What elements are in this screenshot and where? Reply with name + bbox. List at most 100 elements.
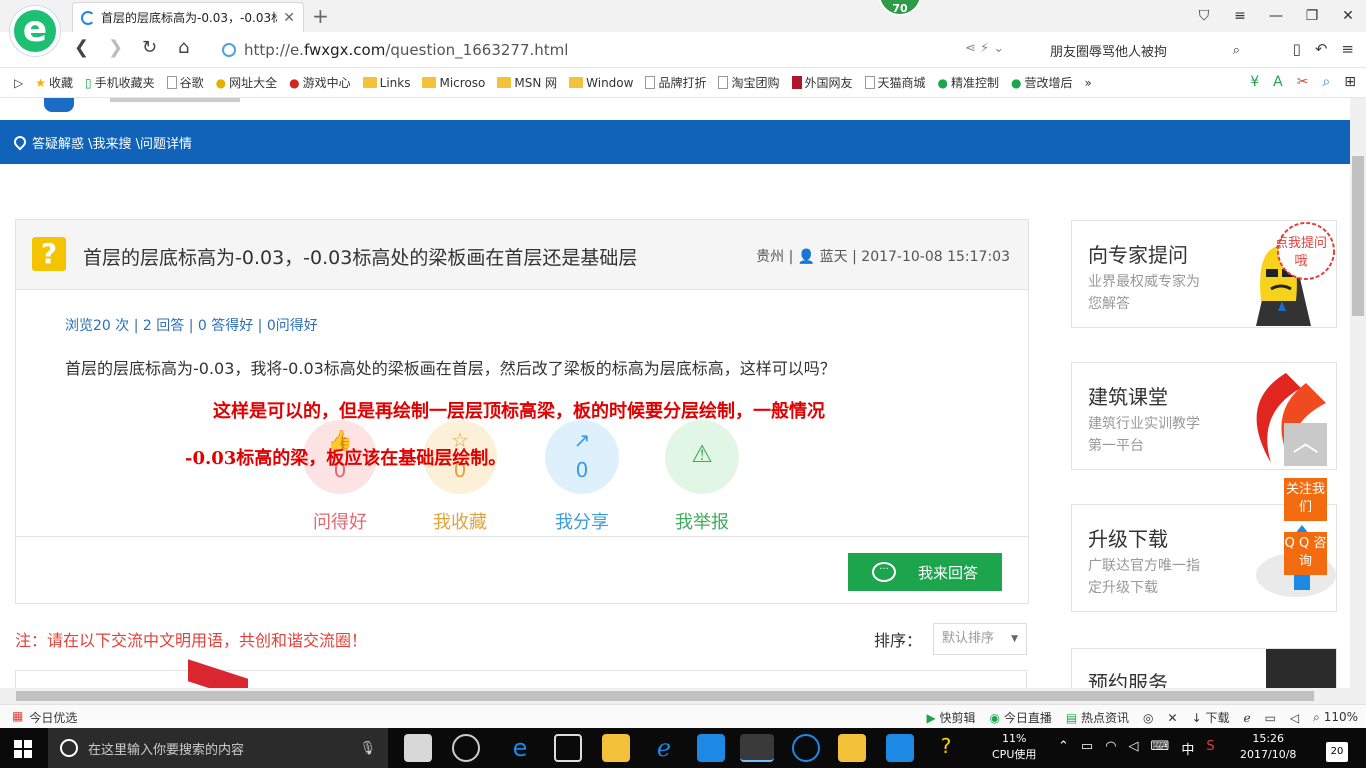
window-icon[interactable]: ▭ [1265, 711, 1276, 725]
download-button[interactable]: ↓ 下载 [1192, 709, 1230, 726]
live-today-button[interactable]: ◉ 今日直播 [990, 709, 1052, 726]
vertical-scrollbar[interactable] [1350, 98, 1366, 688]
yuan-icon[interactable]: ¥ [1250, 74, 1259, 90]
tools-icon[interactable]: ✕ [1168, 711, 1178, 725]
forward-icon[interactable]: ❯ [108, 37, 123, 58]
bookmark-item[interactable]: 淘宝团购 [718, 74, 780, 91]
bookmark-item[interactable]: Links [362, 76, 410, 90]
share-button[interactable]: ↗ 0 我分享 [545, 420, 619, 534]
scroll-thumb[interactable] [1352, 156, 1364, 316]
back-icon[interactable]: ❮ [74, 37, 89, 58]
share-icon[interactable]: ⋖ ⚡ ⌄ [965, 41, 1004, 56]
clock[interactable]: 15:26 2017/10/8 [1240, 731, 1296, 763]
favorite-button[interactable]: ☆ 0 我收藏 [423, 420, 497, 534]
bookmark-item[interactable]: ● 游戏中心 [289, 74, 351, 91]
ime-indicator[interactable]: 中 [1181, 739, 1194, 758]
notepad-icon[interactable] [838, 734, 866, 762]
bookmark-item[interactable]: ● 精准控制 [938, 74, 1000, 91]
bookmark-item[interactable]: ● 营改增后 [1011, 74, 1073, 91]
taskbar-search-input[interactable]: 在这里输入你要搜索的内容 [88, 739, 349, 758]
question-user[interactable]: 蓝天 [820, 249, 848, 265]
windows-start-icon[interactable] [14, 740, 32, 758]
bookmark-item[interactable]: MSN 网 [497, 74, 557, 91]
quick-clip-button[interactable]: ▶ 快剪辑 [926, 709, 975, 726]
bookmarks-more-icon[interactable]: » [1085, 76, 1092, 90]
menu-icon[interactable]: ≡ [1222, 0, 1258, 32]
taskbar-app-icon[interactable] [697, 734, 725, 762]
speed-icon[interactable]: ◎ [1143, 711, 1153, 725]
back-to-top-icon[interactable]: ︿ [1284, 423, 1327, 466]
hot-news-button[interactable]: ▤ 热点资讯 [1066, 709, 1129, 726]
taskbar-search[interactable]: 在这里输入你要搜索的内容 🎙 [48, 728, 388, 768]
bookmark-item[interactable]: ★ 收藏 [35, 74, 73, 91]
taskbar-app-icon[interactable] [452, 734, 480, 762]
ie-mode-icon[interactable]: ℯ [1243, 711, 1250, 725]
taskbar-app-icon[interactable] [404, 734, 432, 762]
search-box[interactable]: 朋友圈辱骂他人被拘 ⌕ [1040, 37, 1240, 63]
mute-icon[interactable]: ◁ [1290, 711, 1299, 725]
bookmark-item[interactable]: Microso [422, 76, 485, 90]
help-icon[interactable]: ? [932, 734, 960, 762]
bookmark-item[interactable]: ● 网址大全 [216, 74, 278, 91]
sort-select[interactable]: 默认排序 ▼ [933, 623, 1027, 655]
bookmark-item[interactable]: 谷歌 [166, 74, 204, 91]
close-window-icon[interactable]: ✕ [1330, 0, 1366, 32]
bookmark-item[interactable]: 外国网友 [791, 74, 853, 91]
today-picks-link[interactable]: 今日优选 [29, 709, 77, 726]
translate-icon[interactable]: A [1273, 74, 1283, 90]
more-menu-icon[interactable]: ≡ [1341, 40, 1354, 58]
report-button[interactable]: ⚠ 我举报 [665, 420, 739, 534]
wifi-icon[interactable]: ◠ [1105, 739, 1116, 758]
mobile-icon[interactable]: ▯ [1293, 40, 1301, 58]
breadcrumb[interactable]: 答疑解惑 \我来搜 \问题详情 [32, 133, 192, 152]
ie-icon[interactable]: ℯ [650, 734, 678, 762]
taskbar-app-icon[interactable] [792, 734, 820, 762]
ask-expert-card[interactable]: 向专家提问 业界最权威专家为您解答 点我提问哦 [1071, 220, 1337, 328]
reservation-card[interactable]: 预约服务 [1071, 648, 1337, 688]
tab-close-icon[interactable]: ✕ [283, 10, 295, 26]
undo-icon[interactable]: ↶ [1315, 40, 1328, 58]
tshirt-icon[interactable]: ⛉ [1186, 0, 1222, 32]
taskbar-app-icon[interactable] [886, 734, 914, 762]
url-text[interactable]: http://e.fwxgx.com/question_1663277.html [244, 41, 568, 59]
zoom-level[interactable]: ⌕ 110% [1313, 710, 1358, 725]
search-icon[interactable]: ⌕ [1233, 43, 1240, 58]
browser-logo-icon[interactable]: e [10, 6, 60, 56]
notification-center-icon[interactable]: 20 [1326, 742, 1348, 762]
home-icon[interactable]: ⌂ [178, 37, 189, 58]
site-logo[interactable] [40, 98, 240, 120]
bookmark-item[interactable]: 品牌打折 [645, 74, 706, 91]
apps-grid-icon[interactable]: ⊞ [1344, 74, 1356, 90]
reload-icon[interactable]: ↻ [142, 37, 157, 58]
store-icon[interactable] [554, 734, 582, 762]
restore-icon[interactable]: ❐ [1294, 0, 1330, 32]
battery-icon[interactable]: ▭ [1081, 739, 1093, 758]
sogou-icon[interactable]: S [1206, 739, 1214, 758]
cpu-usage[interactable]: 11% CPU使用 [992, 731, 1036, 763]
edge-icon[interactable]: e [506, 734, 534, 762]
minimize-icon[interactable]: — [1258, 0, 1294, 32]
microphone-icon[interactable]: 🎙 [359, 741, 376, 756]
like-question-button[interactable]: 👍 0 问得好 [303, 420, 377, 534]
sidebar-toggle-icon[interactable]: ▷ [14, 76, 23, 90]
volume-icon[interactable]: ◁ [1129, 739, 1139, 758]
file-explorer-icon[interactable] [602, 734, 630, 762]
answer-button[interactable]: ··· 我来回答 [848, 553, 1002, 591]
bookmark-item[interactable]: 天猫商城 [864, 74, 926, 91]
magnifier-icon[interactable]: ⌕ [1322, 74, 1330, 90]
score-badge[interactable]: 70 [878, 0, 922, 16]
keyboard-icon[interactable]: ⌨ [1151, 739, 1170, 758]
horizontal-scrollbar[interactable] [0, 688, 1366, 704]
search-input[interactable]: 朋友圈辱骂他人被拘 [1040, 41, 1233, 60]
browser-taskbar-icon[interactable] [740, 734, 774, 762]
new-tab-icon[interactable]: + [312, 4, 329, 28]
scissors-icon[interactable]: ✂ [1297, 74, 1309, 90]
scroll-thumb[interactable] [16, 691, 1314, 701]
bookmark-item[interactable]: ▯ 手机收藏夹 [85, 74, 155, 91]
qq-consult-button[interactable]: Q Q 咨询 [1284, 532, 1327, 575]
follow-us-button[interactable]: 关注我们 [1284, 478, 1327, 521]
tab-active[interactable]: 首层的层底标高为-0.03，-0.03标 ✕ [72, 2, 304, 32]
address-bar[interactable]: http://e.fwxgx.com/question_1663277.html [222, 37, 1032, 63]
tray-expand-icon[interactable]: ⌃ [1058, 739, 1069, 758]
bookmark-item[interactable]: Window [569, 76, 633, 90]
